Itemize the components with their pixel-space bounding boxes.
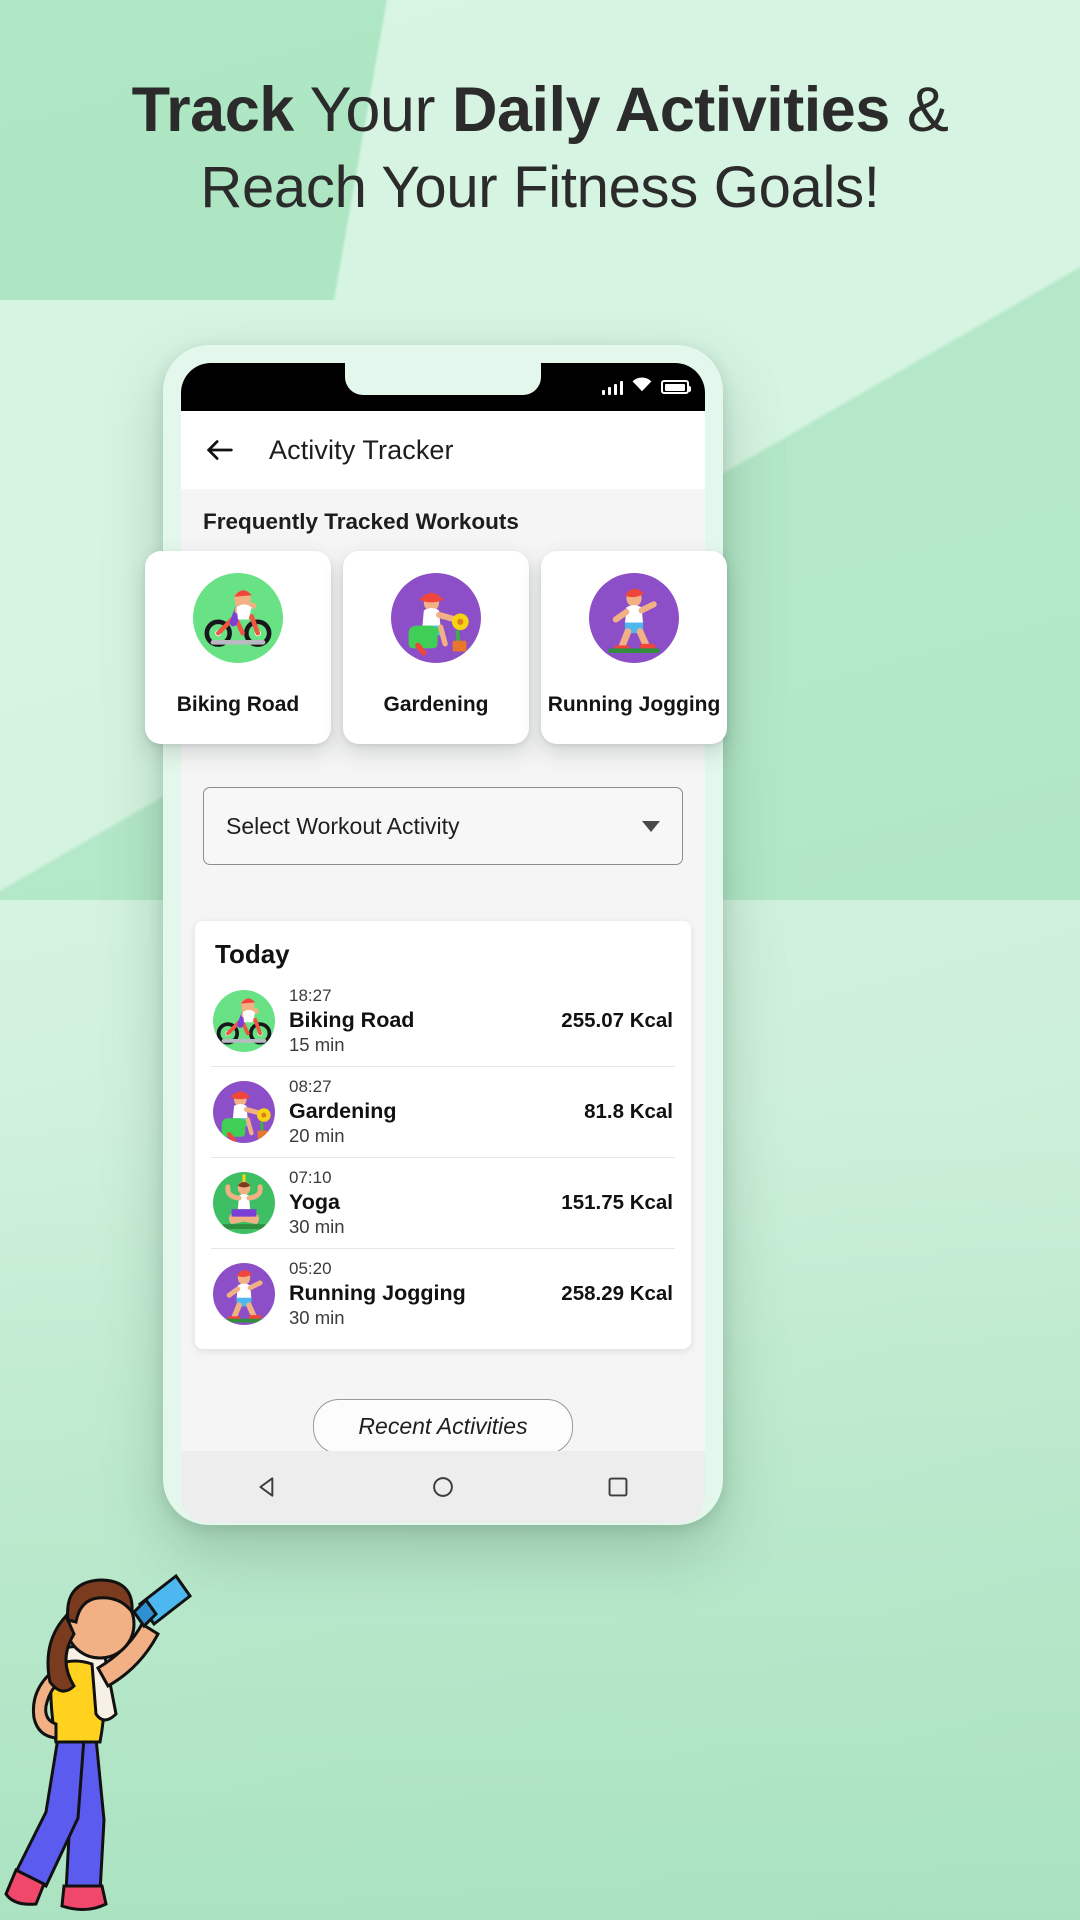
runner-icon — [213, 1263, 275, 1325]
recent-activities-wrap: Recent Activities — [181, 1399, 705, 1451]
workout-card-label: Gardening — [383, 693, 489, 716]
activity-calories: 81.8 Kcal — [584, 1100, 673, 1123]
activity-details: 08:27 Gardening 20 min — [289, 1077, 570, 1147]
activity-name: Biking Road — [289, 1008, 415, 1032]
activity-duration: 20 min — [289, 1125, 345, 1146]
back-arrow-icon[interactable] — [203, 433, 237, 467]
headline-word-daily-activities: Daily Activities — [451, 75, 890, 145]
android-nav-bar — [181, 1451, 705, 1523]
promo-headline: Track Your Daily Activities & Reach Your… — [0, 70, 1080, 225]
frequent-workouts-cards: Biking Road Gardening Running Jogging — [145, 551, 905, 751]
activity-details: 18:27 Biking Road 15 min — [289, 986, 547, 1056]
activity-time: 05:20 — [289, 1259, 332, 1278]
wifi-icon — [632, 377, 652, 397]
workout-card-label: Running Jogging — [547, 693, 721, 716]
workout-select-wrap: Select Workout Activity — [181, 775, 705, 865]
today-activities-card: Today 18:27 Biking Road 15 min 255.07 Kc… — [195, 921, 691, 1349]
today-activity-list: 18:27 Biking Road 15 min 255.07 Kcal 08:… — [211, 976, 675, 1339]
recent-activities-button[interactable]: Recent Activities — [313, 1399, 573, 1451]
activity-calories: 258.29 Kcal — [561, 1282, 673, 1305]
woman-drinking-water-illustration — [4, 1573, 193, 1911]
activity-duration: 30 min — [289, 1307, 345, 1328]
activity-name: Yoga — [289, 1190, 340, 1214]
headline-word-track: Track — [131, 75, 295, 145]
nav-home-circle-icon[interactable] — [426, 1470, 460, 1504]
status-bar — [181, 363, 705, 411]
cyclist-icon — [193, 573, 283, 663]
gardener-icon — [213, 1081, 275, 1143]
today-heading: Today — [215, 939, 290, 969]
headline-word-ampersand: & — [889, 75, 949, 145]
activity-calories: 255.07 Kcal — [561, 1009, 673, 1032]
yoga-icon — [213, 1172, 275, 1234]
workout-card[interactable]: Running Jogging — [541, 551, 727, 744]
workout-card-label: Biking Road — [176, 693, 300, 716]
workout-card[interactable]: Gardening — [343, 551, 529, 744]
nav-recents-square-icon[interactable] — [601, 1470, 635, 1504]
signal-bars-icon — [601, 379, 623, 395]
chevron-down-icon — [642, 820, 660, 832]
activity-row[interactable]: 18:27 Biking Road 15 min 255.07 Kcal — [211, 976, 675, 1067]
activity-row[interactable]: 08:27 Gardening 20 min 81.8 Kcal — [211, 1067, 675, 1158]
activity-time: 18:27 — [289, 986, 332, 1005]
phone-mockup: Activity Tracker Frequently Tracked Work… — [163, 345, 723, 1525]
battery-full-icon — [661, 380, 691, 394]
activity-details: 07:10 Yoga 30 min — [289, 1168, 547, 1238]
gardener-icon — [391, 573, 481, 663]
phone-screen: Activity Tracker Frequently Tracked Work… — [181, 363, 705, 1523]
workout-card[interactable]: Biking Road — [145, 551, 331, 744]
status-bar-icons — [601, 363, 691, 411]
app-bar: Activity Tracker — [181, 411, 705, 489]
activity-duration: 15 min — [289, 1034, 345, 1055]
notch-cutout — [345, 363, 541, 395]
activity-row[interactable]: 07:10 Yoga 30 min 151.75 Kcal — [211, 1158, 675, 1249]
dropdown-value: Select Workout Activity — [226, 812, 460, 839]
nav-back-triangle-icon[interactable] — [251, 1470, 285, 1504]
headline-line-2: Reach Your Fitness Goals! — [200, 154, 880, 220]
section-title-frequent-workouts: Frequently Tracked Workouts — [203, 509, 519, 534]
activity-calories: 151.75 Kcal — [561, 1191, 673, 1214]
activity-time: 07:10 — [289, 1168, 332, 1187]
page-title: Activity Tracker — [269, 434, 454, 465]
activity-row[interactable]: 05:20 Running Jogging 30 min 258.29 Kcal — [211, 1249, 675, 1339]
cyclist-icon — [213, 990, 275, 1052]
activity-name: Gardening — [289, 1099, 397, 1123]
activity-name: Running Jogging — [289, 1281, 466, 1305]
headline-word-your: Your — [293, 75, 452, 145]
activity-time: 08:27 — [289, 1077, 332, 1096]
activity-details: 05:20 Running Jogging 30 min — [289, 1259, 547, 1329]
activity-duration: 30 min — [289, 1216, 345, 1237]
runner-icon — [589, 573, 679, 663]
headline-line-1: Track Your Daily Activities & — [0, 70, 1080, 151]
select-workout-activity-dropdown[interactable]: Select Workout Activity — [203, 787, 683, 865]
